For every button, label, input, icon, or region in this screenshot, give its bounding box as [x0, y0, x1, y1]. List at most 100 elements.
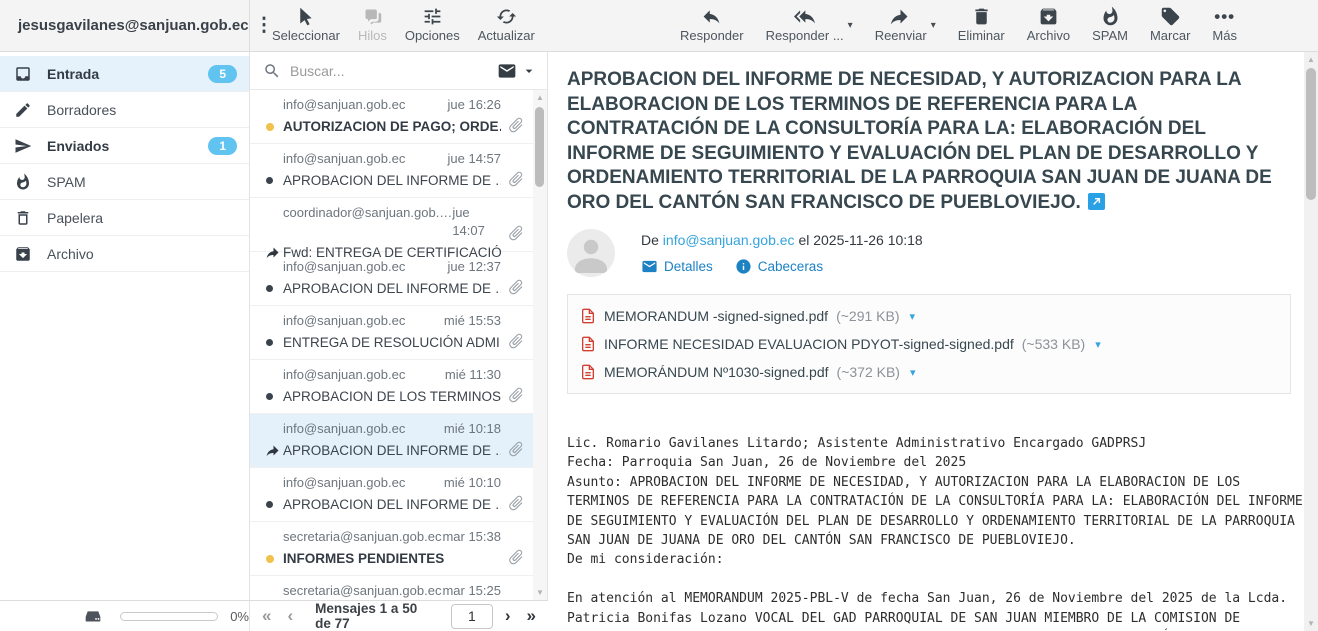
quota-percent: 0% — [230, 609, 249, 624]
threads-button[interactable]: Hilos — [358, 6, 387, 43]
attachment-icon — [503, 544, 528, 569]
message-list-item[interactable]: info@sanjuan.gob.ecjue 16:26 AUTORIZACIO… — [250, 90, 547, 144]
message-sender: info@sanjuan.gob.ec — [283, 366, 405, 384]
attachment-name[interactable]: MEMORANDUM -signed-signed.pdf — [604, 308, 828, 324]
flame-icon — [1100, 6, 1121, 27]
status-bar: 0% « ‹ Mensajes 1 a 50 de 77 › » — [0, 600, 548, 631]
message-subject: ENTREGA DE RESOLUCIÓN ADMI… — [283, 335, 501, 350]
flagged-dot-icon — [266, 555, 283, 563]
page-number-input[interactable] — [451, 604, 493, 629]
archive-button[interactable]: Archivo — [1027, 6, 1070, 43]
reader-scrollbar-thumb[interactable] — [1306, 68, 1316, 200]
folder-sidebar: Entrada 5 Borradores Enviados 1 SPAM Pap… — [0, 52, 250, 600]
next-page-button[interactable]: › — [501, 606, 515, 626]
unread-dot-icon — [266, 393, 283, 400]
attachment-icon — [503, 490, 528, 515]
message-subject: AUTORIZACION DE PAGO; ORDE… — [283, 119, 501, 134]
select-button[interactable]: Seleccionar — [272, 6, 340, 43]
scroll-down-icon[interactable]: ▼ — [1307, 619, 1315, 628]
info-icon — [735, 258, 752, 275]
flagged-dot-icon — [266, 123, 283, 131]
attachment-item[interactable]: INFORME NECESIDAD EVALUACION PDYOT-signe… — [580, 330, 1278, 358]
message-range-label: Mensajes 1 a 50 de 77 — [315, 601, 433, 631]
attachment-item[interactable]: MEMORANDUM -signed-signed.pdf (~291 KB) … — [580, 302, 1278, 330]
list-scrollbar[interactable]: ▲ ▼ — [533, 90, 547, 600]
forward-button[interactable]: Reenviar — [875, 6, 927, 43]
forwarded-icon — [266, 443, 283, 458]
search-scope-mail-icon[interactable] — [497, 61, 517, 81]
archive-icon — [1038, 6, 1059, 27]
sidebar-item-sent[interactable]: Enviados 1 — [0, 128, 249, 164]
sender-block: De info@sanjuan.gob.ec el 2025-11-26 10:… — [567, 229, 1276, 277]
attachment-icon — [503, 112, 528, 137]
person-icon — [567, 229, 615, 277]
message-list-item-selected[interactable]: info@sanjuan.gob.ecmié 10:18 APROBACION … — [250, 414, 547, 468]
sidebar-item-trash[interactable]: Papelera — [0, 200, 249, 236]
message-list-item[interactable]: secretaria@sanjuan.gob.ecmar 15:38 INFOR… — [250, 522, 547, 576]
attachment-name[interactable]: INFORME NECESIDAD EVALUACION PDYOT-signe… — [604, 336, 1014, 352]
spam-button[interactable]: SPAM — [1092, 6, 1128, 43]
trash-outline-icon — [14, 209, 32, 227]
refresh-icon — [496, 6, 517, 27]
attachment-menu-icon[interactable]: ▾ — [1095, 338, 1101, 351]
reply-button[interactable]: Responder — [680, 6, 744, 43]
mark-button[interactable]: Marcar — [1150, 6, 1190, 43]
list-scrollbar-thumb[interactable] — [535, 107, 544, 187]
message-subject-title: APROBACION DEL INFORME DE NECESIDAD, Y A… — [567, 68, 1291, 215]
message-list-item[interactable]: info@sanjuan.gob.ecjue 12:37 APROBACION … — [250, 252, 547, 306]
message-date: mar 15:25 — [442, 582, 501, 600]
message-list-item[interactable]: info@sanjuan.gob.ecmié 10:10 APROBACION … — [250, 468, 547, 522]
chevron-down-icon[interactable] — [521, 63, 537, 79]
reader-scrollbar[interactable]: ▲ ▼ — [1304, 52, 1318, 631]
message-list-item[interactable]: info@sanjuan.gob.ecmié 15:53 ENTREGA DE … — [250, 306, 547, 360]
message-list-item[interactable]: secretaria@sanjuan.gob.ecmar 15:25 — [250, 576, 547, 600]
attachment-item[interactable]: MEMORÁNDUM Nº1030-signed.pdf (~372 KB) ▾ — [580, 358, 1278, 386]
message-list-item[interactable]: info@sanjuan.gob.ecmié 11:30 APROBACION … — [250, 360, 547, 414]
tune-icon — [422, 6, 443, 27]
scroll-up-icon[interactable]: ▲ — [536, 93, 544, 102]
message-date: mié 10:18 — [444, 420, 501, 438]
message-sender: info@sanjuan.gob.ec — [283, 150, 405, 168]
envelope-icon — [641, 258, 658, 275]
message-list-item[interactable]: coordinador@sanjuan.gob.…jue 14:07 Fwd: … — [250, 198, 547, 252]
prev-page-button[interactable]: ‹ — [283, 606, 297, 626]
headers-link[interactable]: Cabeceras — [735, 258, 823, 275]
refresh-button[interactable]: Actualizar — [478, 6, 535, 43]
message-subject: APROBACION DEL INFORME DE … — [283, 281, 501, 296]
sidebar-item-drafts[interactable]: Borradores — [0, 92, 249, 128]
scroll-down-icon[interactable]: ▼ — [536, 588, 544, 597]
attachment-size: (~533 KB) — [1022, 336, 1085, 352]
attachment-menu-icon[interactable]: ▾ — [910, 366, 916, 379]
sidebar-item-archive[interactable]: Archivo — [0, 236, 249, 272]
attachment-size: (~291 KB) — [836, 308, 899, 324]
sidebar-item-inbox[interactable]: Entrada 5 — [0, 56, 249, 92]
attachment-icon — [503, 436, 528, 461]
details-link[interactable]: Detalles — [641, 258, 713, 275]
scroll-up-icon[interactable]: ▲ — [1307, 55, 1315, 64]
first-page-button[interactable]: « — [258, 606, 275, 626]
unread-dot-icon — [266, 285, 283, 292]
more-button[interactable]: ••• Más — [1212, 6, 1237, 43]
sender-email-link[interactable]: info@sanjuan.gob.ec — [663, 232, 795, 248]
list-toolbar: Seleccionar Hilos Opciones Actualizar — [250, 0, 548, 51]
attachment-name[interactable]: MEMORÁNDUM Nº1030-signed.pdf — [604, 364, 829, 380]
attachment-icon — [503, 382, 528, 407]
sidebar-item-spam[interactable]: SPAM — [0, 164, 249, 200]
reply-all-button[interactable]: Responder ... — [766, 6, 844, 43]
archive-icon — [14, 245, 32, 263]
attachment-menu-icon[interactable]: ▾ — [910, 310, 916, 323]
reply-all-dropdown-icon[interactable]: ▾ — [848, 20, 853, 31]
message-subject: APROBACION DEL INFORME DE … — [283, 497, 501, 512]
search-input[interactable] — [290, 63, 493, 79]
flame-icon — [14, 173, 32, 191]
top-toolbar: jesusgavilanes@sanjuan.gob.ec ⋮ Seleccio… — [0, 0, 1318, 52]
message-list-item[interactable]: info@sanjuan.gob.ecjue 14:57 APROBACION … — [250, 144, 547, 198]
options-button[interactable]: Opciones — [405, 6, 460, 43]
forward-dropdown-icon[interactable]: ▾ — [931, 20, 936, 31]
delete-button[interactable]: Eliminar — [958, 6, 1005, 43]
message-subject: INFORMES PENDIENTES — [283, 551, 444, 566]
message-list-pane: info@sanjuan.gob.ecjue 16:26 AUTORIZACIO… — [250, 52, 548, 600]
open-in-new-window-icon[interactable] — [1088, 193, 1105, 210]
message-sender: info@sanjuan.gob.ec — [283, 420, 405, 438]
last-page-button[interactable]: » — [523, 606, 540, 626]
